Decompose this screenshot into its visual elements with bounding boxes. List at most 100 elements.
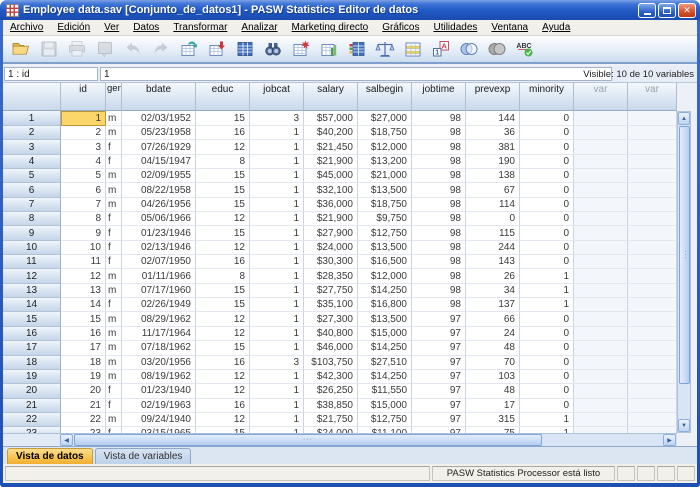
cell-salbegin[interactable]: $12,750 <box>358 226 412 240</box>
cell-salbegin[interactable]: $11,550 <box>358 384 412 398</box>
cell-minority[interactable]: 1 <box>520 298 574 312</box>
cell-bdate[interactable]: 02/13/1946 <box>122 241 196 255</box>
cell-prevexp[interactable]: 67 <box>466 183 520 197</box>
cell-id[interactable]: 12 <box>61 269 106 283</box>
cell-salbegin[interactable]: $13,500 <box>358 183 412 197</box>
cell-jobcat[interactable]: 1 <box>250 155 304 169</box>
cell-var1[interactable] <box>574 198 628 212</box>
row-header[interactable]: 14 <box>3 298 61 312</box>
cell-salary[interactable]: $103,750 <box>304 356 358 370</box>
cell-var2[interactable] <box>628 226 677 240</box>
column-header-var2[interactable]: var <box>628 83 677 111</box>
row-header[interactable]: 10 <box>3 241 61 255</box>
cell-educ[interactable]: 12 <box>196 241 250 255</box>
cell-bdate[interactable]: 04/26/1956 <box>122 198 196 212</box>
cell-salary[interactable]: $21,900 <box>304 155 358 169</box>
cell-jobtime[interactable]: 98 <box>412 126 466 140</box>
cell-jobtime[interactable]: 97 <box>412 327 466 341</box>
cell-var2[interactable] <box>628 269 677 283</box>
cell-salary[interactable]: $40,200 <box>304 126 358 140</box>
cell-var1[interactable] <box>574 126 628 140</box>
cell-prevexp[interactable]: 26 <box>466 269 520 283</box>
cell-salbegin[interactable]: $14,250 <box>358 341 412 355</box>
cell-jobcat[interactable]: 1 <box>250 399 304 413</box>
cell-id[interactable]: 14 <box>61 298 106 312</box>
cell-educ[interactable]: 15 <box>196 183 250 197</box>
cell-bdate[interactable]: 02/19/1963 <box>122 399 196 413</box>
cell-jobcat[interactable]: 1 <box>250 169 304 183</box>
cell-salary[interactable]: $36,000 <box>304 198 358 212</box>
cell-jobcat[interactable]: 1 <box>250 384 304 398</box>
cell-var2[interactable] <box>628 341 677 355</box>
cell-minority[interactable]: 0 <box>520 399 574 413</box>
cell-jobcat[interactable]: 1 <box>250 255 304 269</box>
cell-bdate[interactable]: 01/11/1966 <box>122 269 196 283</box>
cell-bdate[interactable]: 04/15/1947 <box>122 155 196 169</box>
cell-jobtime[interactable]: 98 <box>412 155 466 169</box>
cell-minority[interactable]: 0 <box>520 356 574 370</box>
cell-id[interactable]: 3 <box>61 140 106 154</box>
cell-value-field[interactable]: 1 <box>100 67 612 81</box>
cell-var1[interactable] <box>574 384 628 398</box>
cell-id[interactable]: 13 <box>61 284 106 298</box>
cell-jobtime[interactable]: 98 <box>412 212 466 226</box>
cell-var2[interactable] <box>628 140 677 154</box>
cell-bdate[interactable]: 11/17/1964 <box>122 327 196 341</box>
row-header[interactable]: 13 <box>3 284 61 298</box>
cell-gender[interactable]: m <box>106 370 122 384</box>
cell-gender[interactable]: m <box>106 198 122 212</box>
cell-prevexp[interactable]: 144 <box>466 111 520 126</box>
cell-gender[interactable]: m <box>106 312 122 326</box>
cell-salbegin[interactable]: $27,510 <box>358 356 412 370</box>
cell-jobcat[interactable]: 1 <box>250 298 304 312</box>
cell-id[interactable]: 10 <box>61 241 106 255</box>
cell-jobtime[interactable]: 97 <box>412 312 466 326</box>
cell-gender[interactable]: f <box>106 212 122 226</box>
cell-educ[interactable]: 12 <box>196 413 250 427</box>
cell-gender[interactable]: m <box>106 126 122 140</box>
cell-minority[interactable]: 0 <box>520 327 574 341</box>
cell-var1[interactable] <box>574 226 628 240</box>
cell-id[interactable]: 22 <box>61 413 106 427</box>
cell-id[interactable]: 16 <box>61 327 106 341</box>
cell-educ[interactable]: 12 <box>196 370 250 384</box>
menu-marketing-directo[interactable]: Marketing directo <box>285 22 376 33</box>
cell-bdate[interactable]: 05/06/1966 <box>122 212 196 226</box>
cell-var2[interactable] <box>628 312 677 326</box>
cell-educ[interactable]: 12 <box>196 384 250 398</box>
cell-salbegin[interactable]: $13,200 <box>358 155 412 169</box>
title-bar[interactable]: Employee data.sav [Conjunto_de_datos1] -… <box>0 0 700 20</box>
cell-prevexp[interactable]: 34 <box>466 284 520 298</box>
cell-bdate[interactable]: 08/29/1962 <box>122 312 196 326</box>
column-header-bdate[interactable]: bdate <box>122 83 196 111</box>
cell-var1[interactable] <box>574 269 628 283</box>
cell-bdate[interactable]: 07/17/1960 <box>122 284 196 298</box>
cell-id[interactable]: 5 <box>61 169 106 183</box>
cell-var2[interactable] <box>628 356 677 370</box>
cell-var2[interactable] <box>628 241 677 255</box>
cell-var2[interactable] <box>628 169 677 183</box>
cell-minority[interactable]: 0 <box>520 140 574 154</box>
cell-educ[interactable]: 16 <box>196 399 250 413</box>
cell-prevexp[interactable]: 70 <box>466 356 520 370</box>
cell-salary[interactable]: $46,000 <box>304 341 358 355</box>
cell-gender[interactable]: m <box>106 327 122 341</box>
row-header[interactable]: 19 <box>3 370 61 384</box>
open-data-button[interactable] <box>7 37 35 61</box>
row-header[interactable]: 17 <box>3 341 61 355</box>
cell-jobtime[interactable]: 97 <box>412 341 466 355</box>
cell-gender[interactable]: m <box>106 356 122 370</box>
cell-jobtime[interactable]: 98 <box>412 198 466 212</box>
cell-var1[interactable] <box>574 169 628 183</box>
row-header[interactable]: 4 <box>3 155 61 169</box>
row-header[interactable]: 7 <box>3 198 61 212</box>
cell-jobtime[interactable]: 98 <box>412 284 466 298</box>
cell-var1[interactable] <box>574 370 628 384</box>
cell-salary[interactable]: $26,250 <box>304 384 358 398</box>
menu-ventana[interactable]: Ventana <box>484 22 535 33</box>
vscroll-thumb[interactable]: ··· <box>679 126 690 384</box>
hscroll-thumb[interactable]: ··· <box>74 434 542 446</box>
cell-salbegin[interactable]: $15,000 <box>358 327 412 341</box>
hscroll-left-button[interactable]: ◀ <box>60 434 73 446</box>
cell-prevexp[interactable]: 315 <box>466 413 520 427</box>
